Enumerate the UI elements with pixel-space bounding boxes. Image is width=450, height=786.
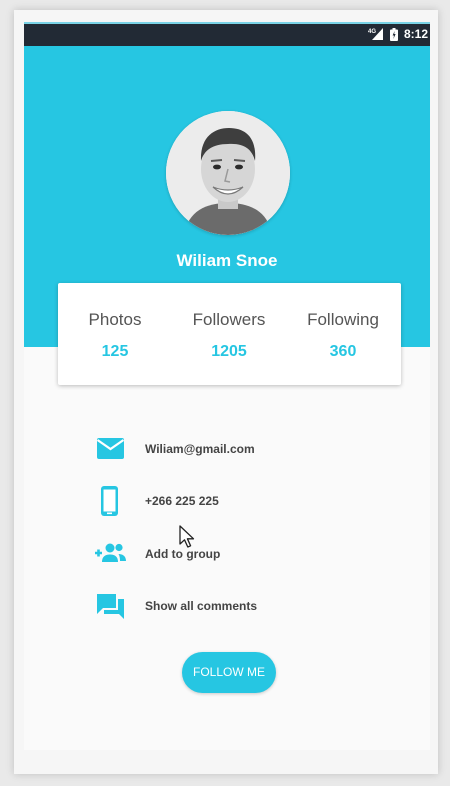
phone-icon [94,486,126,516]
network-type-label: 4G [368,29,376,35]
stat-followers[interactable]: Followers 1205 [172,283,286,385]
stat-label-followers: Followers [192,310,266,329]
status-bar: 4G 8:12 [24,22,430,46]
add-to-group-row[interactable]: Add to group [94,539,394,569]
stat-value-photos: 125 [101,343,129,360]
stat-value-followers: 1205 [211,343,247,360]
follow-button[interactable]: FOLLOW ME [182,652,276,693]
stat-following[interactable]: Following 360 [286,283,400,385]
phone-text: +266 225 225 [145,494,219,508]
user-name: Wiliam Snoe [176,251,278,270]
email-icon [94,434,126,464]
group-add-icon [94,539,126,569]
stat-label-following: Following [307,310,379,329]
stat-value-following: 360 [329,343,357,360]
stat-photos[interactable]: Photos 125 [58,283,172,385]
phone-row[interactable]: +266 225 225 [94,486,394,516]
mouse-pointer-icon [179,525,197,549]
email-text: Wiliam@gmail.com [145,442,255,456]
signal-icon: 4G [368,28,383,40]
battery-icon [389,27,398,41]
status-indicators: 4G 8:12 [368,27,428,41]
comments-icon [94,591,126,621]
phone-screen: 4G 8:12 Wiliam Snoe Photos 125 Followers… [24,22,430,750]
show-comments-row[interactable]: Show all comments [94,591,394,621]
email-row[interactable]: Wiliam@gmail.com [94,434,394,464]
show-comments-text: Show all comments [145,599,258,613]
stats-card: Photos 125 Followers 1205 Following 360 [58,283,401,385]
add-to-group-text: Add to group [145,547,221,561]
stat-label-photos: Photos [88,310,142,329]
avatar[interactable] [166,111,290,235]
user-photo [166,111,290,235]
status-time: 8:12 [403,27,428,41]
